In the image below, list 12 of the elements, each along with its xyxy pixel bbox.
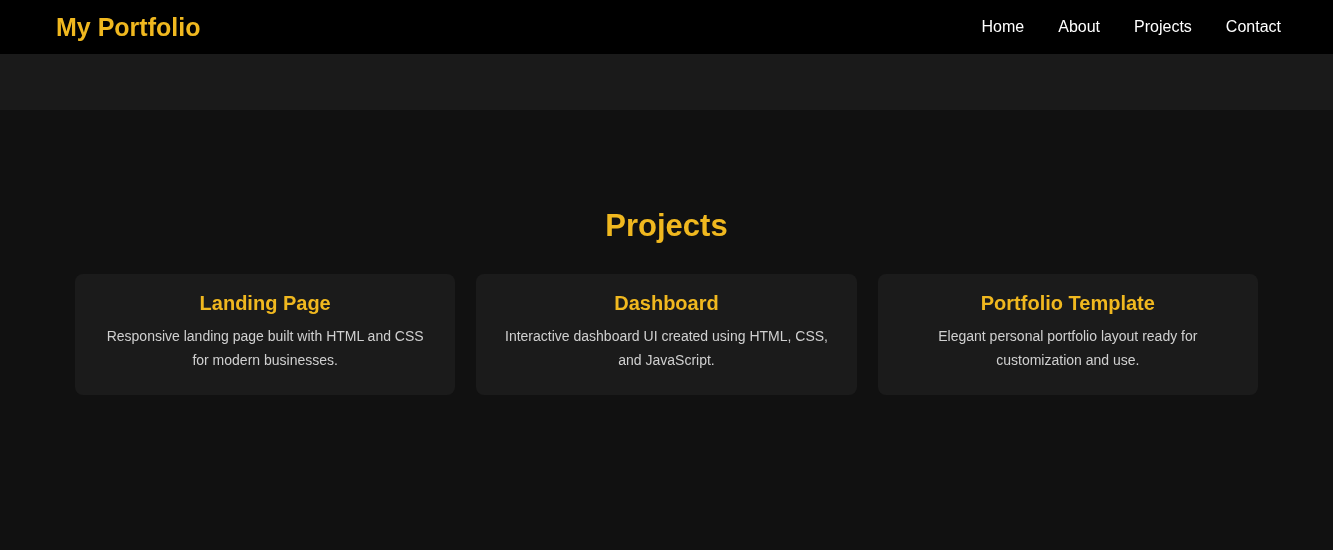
nav-link[interactable]: About — [1058, 18, 1101, 36]
card-description: Elegant personal portfolio layout ready for customization and use. — [937, 327, 1199, 370]
card-title: Landing Page — [198, 292, 332, 315]
site-logo[interactable]: My Portfolio — [56, 12, 201, 42]
card-description: Responsive landing page built with HTML and CSS for modern businesses. — [105, 327, 425, 370]
section-title: Projects — [604, 208, 729, 244]
card-title: Dashboard — [613, 292, 720, 315]
card-description: Interactive dashboard UI created using HTML, CSS, and JavaScript. — [504, 327, 829, 370]
nav-link[interactable]: Projects — [1134, 18, 1192, 36]
nav-link[interactable]: Contact — [1225, 18, 1281, 36]
nav-link[interactable]: Home — [981, 18, 1025, 36]
card-title: Portfolio Template — [979, 292, 1156, 315]
